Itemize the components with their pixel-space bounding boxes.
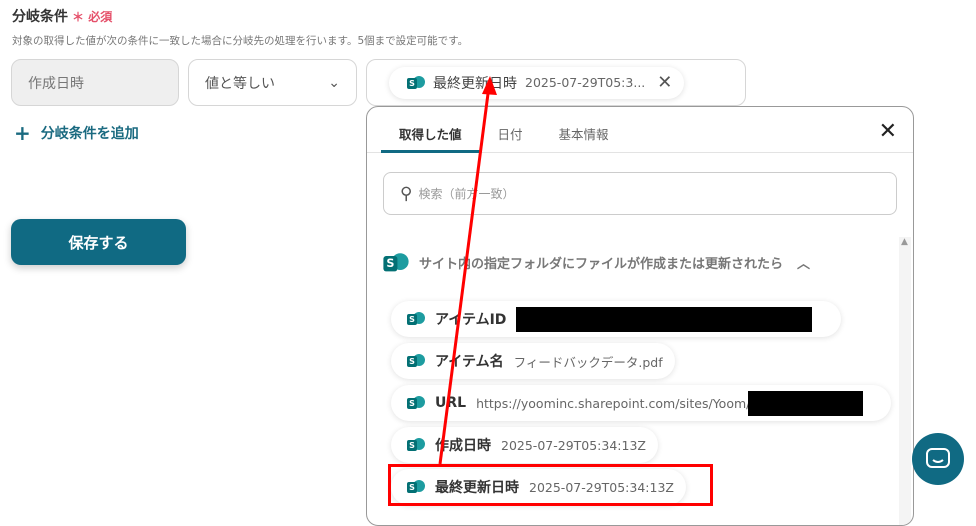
annotation-arrow <box>438 76 497 465</box>
chat-icon <box>926 448 950 468</box>
chat-button[interactable] <box>912 433 964 485</box>
